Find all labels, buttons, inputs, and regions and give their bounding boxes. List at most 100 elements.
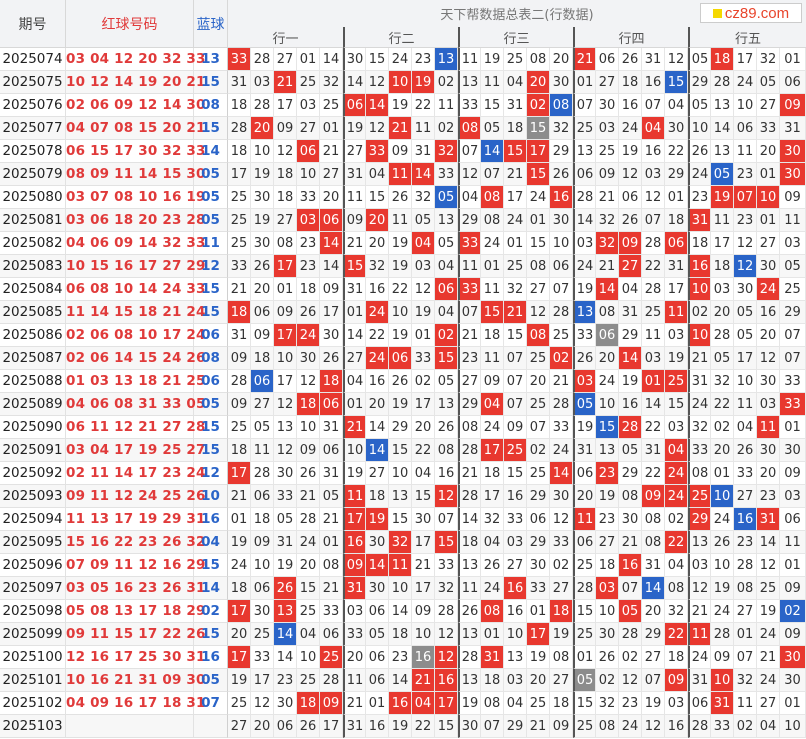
number-cell: 27: [274, 48, 297, 71]
number-cell: 02: [596, 669, 619, 692]
number-cell: 31: [504, 94, 527, 117]
number-cell: 01: [642, 370, 665, 393]
number-cell: 20: [757, 462, 780, 485]
table-row: 2025082 04 06 09 14 32 33 11 25 30 08 23 14 21 20…: [0, 232, 806, 255]
number-cell: 19: [757, 600, 780, 623]
number-cell: 23: [619, 692, 642, 715]
number-cell: 28: [251, 94, 274, 117]
number-cell: 10: [550, 232, 573, 255]
number-cell: 31: [665, 255, 688, 278]
number-cell: 24: [481, 577, 504, 600]
number-cell: 14: [343, 324, 366, 347]
number-cell: 30: [458, 715, 481, 738]
number-cell: 26: [711, 531, 734, 554]
number-cell: 13: [711, 140, 734, 163]
number-cell: 06: [251, 577, 274, 600]
number-cell: 30: [780, 163, 806, 186]
number-cell: 25: [780, 278, 806, 301]
number-cell: 11: [780, 531, 806, 554]
number-cell: 08: [527, 255, 550, 278]
number-cell: 16: [412, 646, 435, 669]
number-cell: 15: [366, 186, 389, 209]
number-cell: 16: [343, 531, 366, 554]
number-cell: 16: [366, 715, 389, 738]
red-balls-cell: [66, 715, 194, 738]
number-cell: 25: [573, 554, 596, 577]
number-cell: 15: [527, 163, 550, 186]
number-cell: 12: [757, 554, 780, 577]
red-balls-cell: 06 11 12 21 27 28: [66, 416, 205, 439]
number-cell: 04: [412, 692, 435, 715]
table-row: 2025074 03 04 12 20 32 33 13 33 28 27 01 14 30 15…: [0, 48, 806, 71]
number-cell: 20: [343, 646, 366, 669]
number-cell: 33: [228, 255, 251, 278]
number-cell: 15: [527, 232, 550, 255]
number-cell: 19: [642, 692, 665, 715]
number-cell: 14: [573, 209, 596, 232]
number-cell: 27: [757, 232, 780, 255]
number-cell: 12: [619, 669, 642, 692]
number-cell: 25: [527, 462, 550, 485]
number-cell: 12: [366, 71, 389, 94]
number-cell: 07: [734, 186, 757, 209]
number-cell: 15: [389, 439, 412, 462]
number-cell: 06: [435, 278, 458, 301]
number-cell: 17: [274, 370, 297, 393]
number-cell: 16: [435, 462, 458, 485]
number-cell: 05: [711, 347, 734, 370]
number-cell: 23: [688, 186, 711, 209]
number-cell: 11: [343, 669, 366, 692]
number-cell: 26: [734, 439, 757, 462]
number-cell: 01: [297, 48, 320, 71]
number-cell: 04: [504, 692, 527, 715]
number-cell: 30: [757, 370, 780, 393]
number-cell: 16: [504, 577, 527, 600]
blue-ball-cell: 15: [194, 416, 228, 439]
number-cell: 14: [389, 600, 412, 623]
number-cell: 11: [688, 623, 711, 646]
table-row: 2025083 10 15 16 17 27 29 12 33 26 17 23 14 15 32…: [0, 255, 806, 278]
table-header: 期号 红球号码 蓝球 天下帮数据总表二(行数据) cz89.com 行一 行二 …: [0, 0, 806, 48]
number-cell: 01: [757, 163, 780, 186]
number-cell: 18: [389, 623, 412, 646]
number-cell: 21: [228, 485, 251, 508]
number-cell: 14: [366, 554, 389, 577]
number-cell: 07: [642, 209, 665, 232]
number-cell: 08: [596, 301, 619, 324]
number-cell: 01: [780, 692, 806, 715]
number-cell: 30: [550, 209, 573, 232]
number-cell: 18: [297, 692, 320, 715]
number-cell: 19: [527, 646, 550, 669]
number-cell: 18: [297, 278, 320, 301]
number-cell: 02: [550, 347, 573, 370]
site-logo[interactable]: cz89.com: [700, 3, 802, 23]
number-cell: 09: [780, 623, 806, 646]
number-cell: 23: [757, 485, 780, 508]
number-cell: 08: [320, 554, 343, 577]
number-cell: 22: [642, 462, 665, 485]
number-cell: 07: [504, 393, 527, 416]
blue-ball-cell: 07: [194, 692, 228, 715]
number-cell: 06: [596, 48, 619, 71]
table-row: 2025102 04 09 16 17 18 31 07 25 12 30 18 09 21 01…: [0, 692, 806, 715]
period-cell: 2025080: [0, 186, 66, 209]
number-cell: 08: [665, 577, 688, 600]
number-cell: 25: [297, 71, 320, 94]
number-cell: 06: [596, 324, 619, 347]
number-cell: 23: [412, 48, 435, 71]
number-cell: 26: [435, 416, 458, 439]
number-cell: 05: [688, 94, 711, 117]
number-cell: 21: [596, 255, 619, 278]
number-cell: 19: [711, 186, 734, 209]
number-cell: 33: [458, 94, 481, 117]
number-cell: 25: [297, 669, 320, 692]
number-cell: 21: [688, 347, 711, 370]
number-cell: 15: [481, 94, 504, 117]
number-cell: 03: [665, 324, 688, 347]
number-cell: 24: [297, 324, 320, 347]
number-cell: 17: [734, 48, 757, 71]
number-cell: 06: [780, 508, 806, 531]
number-cell: 06: [251, 485, 274, 508]
number-cell: 18: [297, 393, 320, 416]
number-cell: 18: [504, 117, 527, 140]
